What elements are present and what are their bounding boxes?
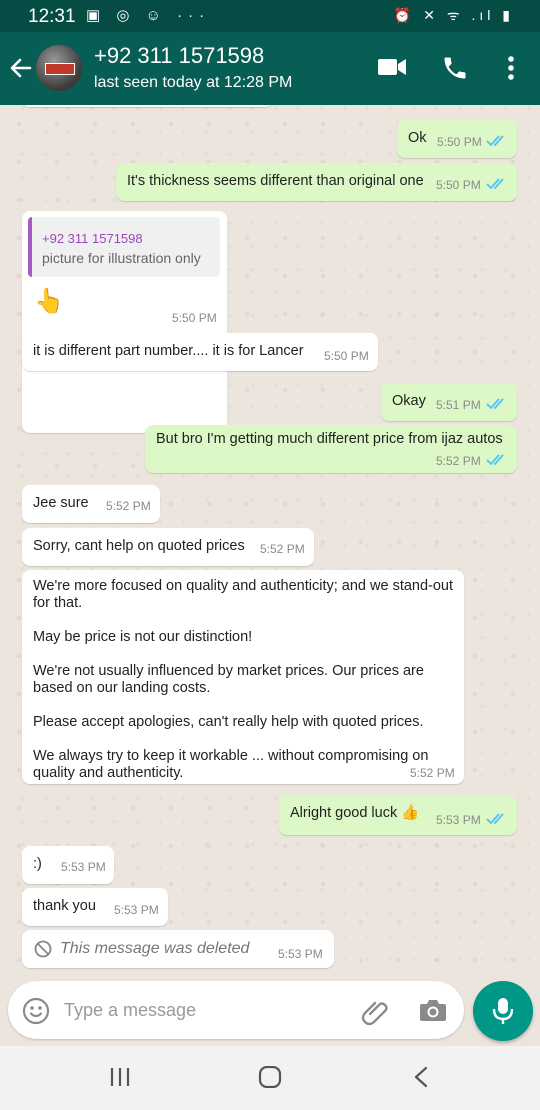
quoted-message[interactable]: +92 311 1571598 picture for illustration…	[28, 217, 220, 277]
message-time: 5:53 PM	[436, 813, 481, 827]
message-text: But bro I'm getting much different price…	[156, 431, 503, 447]
message-text: thank you	[33, 898, 96, 914]
message-text: it is different part number.... it is fo…	[33, 343, 304, 359]
read-ticks-icon	[486, 398, 504, 410]
message-time: 5:51 PM	[436, 398, 481, 412]
message-text: We're more focused on quality and authen…	[33, 578, 454, 781]
attach-icon[interactable]	[360, 996, 390, 1031]
message-time: 5:52 PM	[260, 542, 305, 556]
quoted-text: picture for illustration only	[42, 250, 201, 266]
message-text: Sorry, cant help on quoted prices	[33, 538, 245, 554]
message-text: It's thickness seems different than orig…	[127, 173, 424, 189]
message-time: 5:52 PM	[436, 454, 481, 468]
read-ticks-icon	[486, 135, 504, 147]
message-time: 5:53 PM	[61, 860, 106, 874]
read-ticks-icon	[486, 813, 504, 825]
nav-back-icon[interactable]	[410, 1066, 434, 1093]
message-input[interactable]	[64, 991, 344, 1029]
message-time: 5:50 PM	[172, 311, 217, 325]
pointing-up-emoji: 👆	[34, 288, 64, 315]
blocked-icon	[34, 940, 52, 958]
message-text: Jee sure	[33, 495, 89, 511]
message-text: Okay	[392, 393, 426, 409]
read-ticks-icon	[486, 454, 504, 466]
message-text: :)	[33, 856, 42, 872]
message-time: 5:50 PM	[436, 178, 481, 192]
phone-icon[interactable]	[441, 54, 469, 87]
status-bar: 12:31 ▣ ◎ ☺ ··· ⏰ ✕ ᯤ .ıl ▮	[0, 0, 540, 32]
message-outgoing[interactable]: Alright good luck 👍 5:53 PM	[279, 795, 517, 835]
status-system-icons: ⏰ ✕ ᯤ .ıl ▮	[393, 7, 514, 23]
chat-area[interactable]: Ok 5:50 PM It's thickness seems differen…	[0, 105, 540, 980]
message-deleted[interactable]: This message was deleted 5:53 PM	[22, 930, 334, 968]
message-incoming[interactable]: thank you 5:53 PM	[22, 888, 168, 926]
camera-icon[interactable]	[419, 997, 447, 1028]
avatar[interactable]	[36, 45, 82, 91]
message-outgoing[interactable]: Ok 5:50 PM	[397, 120, 517, 158]
home-icon[interactable]	[258, 1065, 282, 1093]
message-time: 5:50 PM	[324, 349, 369, 363]
system-nav-bar	[0, 1046, 540, 1110]
message-time: 5:52 PM	[410, 766, 455, 780]
deleted-message-text: This message was deleted	[60, 940, 250, 957]
message-text: Alright good luck 👍	[290, 805, 420, 821]
message-text: Ok	[408, 130, 427, 146]
message-incoming[interactable]: :) 5:53 PM	[22, 846, 114, 884]
last-seen-status: last seen today at 12:28 PM	[94, 74, 293, 91]
message-incoming-reply[interactable]: +92 311 1571598 picture for illustration…	[22, 211, 227, 433]
message-time: 5:53 PM	[114, 903, 159, 917]
message-incoming[interactable]: Jee sure 5:52 PM	[22, 485, 160, 523]
message-time: 5:50 PM	[437, 135, 482, 149]
recent-apps-icon[interactable]	[108, 1066, 132, 1093]
status-time: 12:31	[28, 6, 76, 27]
message-incoming[interactable]: it is different part number.... it is fo…	[22, 333, 378, 371]
message-time: 5:53 PM	[278, 947, 323, 961]
quoted-sender: +92 311 1571598	[42, 231, 143, 246]
message-incoming-long[interactable]: We're more focused on quality and authen…	[22, 570, 464, 784]
emoji-icon[interactable]	[22, 997, 50, 1030]
message-outgoing[interactable]: Okay 5:51 PM	[381, 383, 517, 421]
video-call-icon[interactable]	[377, 56, 407, 83]
status-notification-icons: ▣ ◎ ☺ ···	[86, 7, 211, 24]
back-arrow-icon[interactable]	[8, 48, 38, 88]
read-ticks-icon	[486, 178, 504, 190]
more-options-icon[interactable]	[505, 54, 517, 87]
chat-header: +92 311 1571598 last seen today at 12:28…	[0, 32, 540, 105]
message-composer	[8, 981, 464, 1039]
mic-icon	[492, 998, 514, 1024]
contact-name[interactable]: +92 311 1571598	[94, 43, 264, 69]
mic-button[interactable]	[473, 981, 533, 1041]
message-outgoing[interactable]: It's thickness seems different than orig…	[116, 163, 517, 201]
message-outgoing[interactable]: But bro I'm getting much different price…	[145, 425, 517, 473]
message-time: 5:52 PM	[106, 499, 151, 513]
message-bubble-partial	[22, 105, 272, 107]
message-incoming[interactable]: Sorry, cant help on quoted prices 5:52 P…	[22, 528, 314, 566]
